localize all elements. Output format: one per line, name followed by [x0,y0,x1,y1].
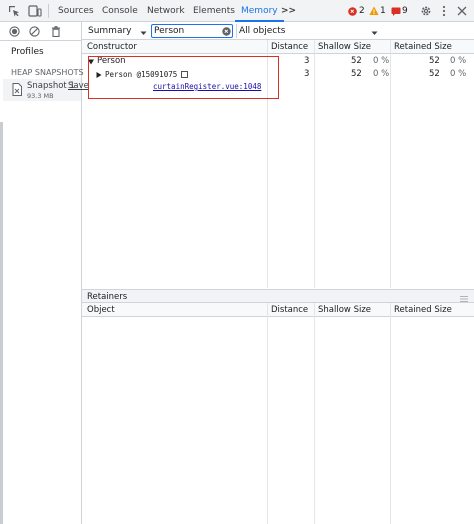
retainers-table-header: Object Distance Shallow Size Retained Si… [82,303,474,317]
inspect-element-icon[interactable] [8,5,20,20]
record-heap-snapshot-icon[interactable] [9,26,20,40]
shallow-size-percent: 0 % [373,56,390,66]
column-header-distance[interactable]: Distance [271,303,308,317]
view-select-value: Summary [88,26,132,36]
memory-toolbar: Summary Person All objects [82,22,474,40]
distance-value: 3 [304,56,310,66]
issues-icon[interactable] [391,7,401,19]
snapshot-list-item[interactable]: Snapshot 1 Save 93.3 MB [3,79,89,101]
device-toolbar-icon[interactable] [28,5,42,20]
class-filter-value: Person [154,26,185,36]
column-separator [314,303,315,524]
sidebar-divider [0,40,81,41]
warning-count[interactable]: 1 [380,6,386,16]
devtools-tab-bar: Sources Console Network Elements Memory … [0,0,474,22]
retained-size-percent: 0 % [450,56,467,66]
shallow-size-value: 52 [351,56,362,66]
settings-gear-icon[interactable] [420,5,432,20]
distance-value: 3 [304,69,310,79]
column-header-shallow-size[interactable]: Shallow Size [318,40,371,54]
highlight-box [88,56,279,99]
retained-size-percent: 0 % [450,69,467,79]
clear-filter-icon[interactable] [222,27,231,39]
chevron-down-icon [140,29,147,39]
tab-elements[interactable]: Elements [193,0,235,22]
objects-select[interactable]: All objects [239,24,381,38]
toolbar-divider [236,24,237,38]
heap-snapshots-heading: HEAP SNAPSHOTS [11,68,84,77]
column-header-constructor[interactable]: Constructor [87,40,137,54]
constructor-table-header: Constructor Distance Shallow Size Retain… [82,40,474,54]
retainers-title-bar[interactable]: Retainers [82,289,474,303]
profiles-sidebar: Profiles HEAP SNAPSHOTS Snapshot 1 Save … [0,22,89,524]
column-header-retained-size[interactable]: Retained Size [394,40,452,54]
tab-divider [48,4,49,18]
view-select[interactable]: Summary [88,24,148,38]
shallow-size-value: 52 [351,69,362,79]
issues-count[interactable]: 9 [402,6,408,16]
column-header-retained-size[interactable]: Retained Size [394,303,452,317]
clear-all-profiles-icon[interactable] [29,26,40,40]
chevron-down-icon [371,29,378,39]
snapshot-file-icon [12,83,22,99]
column-header-shallow-size[interactable]: Shallow Size [318,303,371,317]
column-separator [390,303,391,524]
tab-sources[interactable]: Sources [58,0,94,22]
error-count[interactable]: 2 [359,6,365,16]
class-filter-input[interactable]: Person [151,24,233,38]
error-icon[interactable] [348,7,357,19]
objects-select-value: All objects [239,26,286,36]
warning-icon[interactable] [369,6,379,19]
more-options-icon[interactable] [442,5,446,20]
collect-garbage-icon[interactable] [51,26,61,40]
retainers-panel: Retainers Object Distance Shallow Size R… [82,289,474,524]
tab-network[interactable]: Network [147,0,185,22]
tab-console[interactable]: Console [102,0,138,22]
sidebar-scrollbar[interactable] [0,122,3,524]
retainers-title: Retainers [87,292,128,302]
column-separator [267,303,268,524]
profiles-label: Profiles [11,47,44,57]
more-tabs-icon[interactable]: >> [281,0,296,22]
column-header-object[interactable]: Object [87,303,115,317]
snapshot-size: 93.3 MB [27,92,54,100]
constructor-table: Constructor Distance Shallow Size Retain… [82,40,474,288]
retained-size-value: 52 [429,69,440,79]
tab-memory[interactable]: Memory [235,0,284,22]
retained-size-value: 52 [429,56,440,66]
column-header-distance[interactable]: Distance [271,40,308,54]
shallow-size-percent: 0 % [373,69,390,79]
close-devtools-icon[interactable] [457,6,467,19]
